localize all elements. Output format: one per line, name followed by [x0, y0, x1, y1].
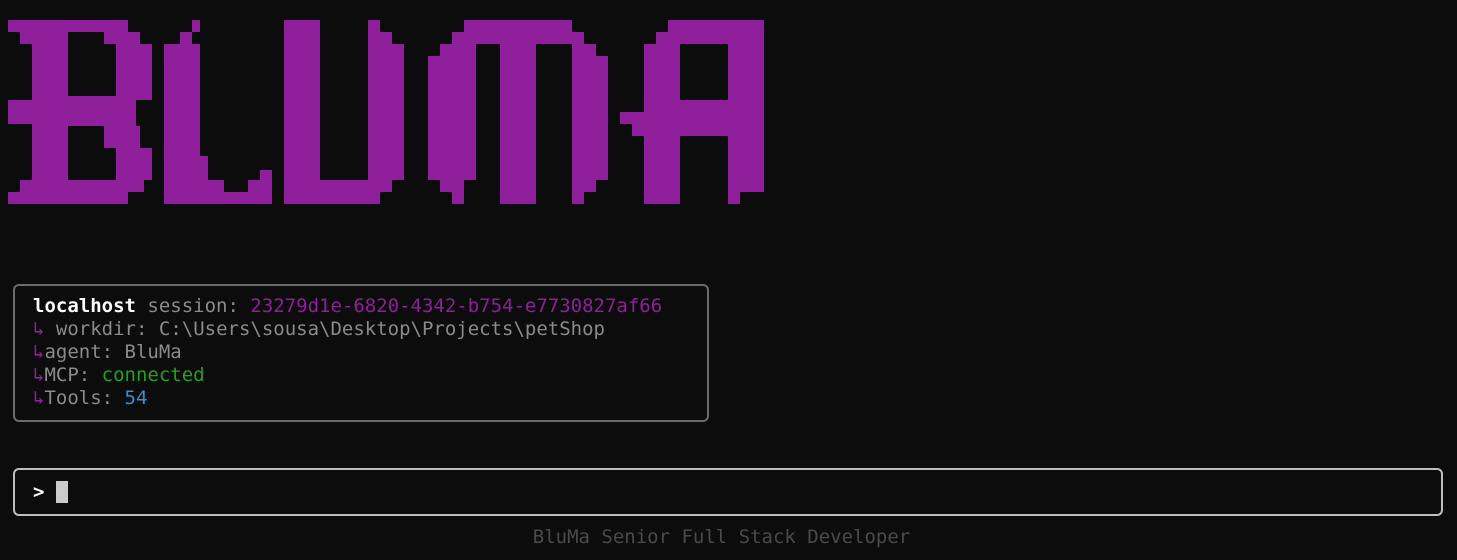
workdir-value[interactable]: C:\Users\sousa\Desktop\Projects\petShop — [159, 318, 605, 340]
mcp-status: connected — [101, 364, 205, 386]
footer-status: BluMa Senior Full Stack Developer — [532, 526, 911, 548]
session-line: localhost session: 23279d1e-6820-4342-b7… — [33, 295, 707, 318]
arrow-icon: ↳ — [33, 318, 45, 340]
session-label: session: — [147, 295, 239, 317]
bluma-logo-art — [8, 20, 764, 204]
host-name: localhost — [33, 295, 136, 317]
agent-line: ↳agent: BluMa — [33, 341, 707, 364]
prompt-symbol: > — [33, 481, 45, 503]
text-cursor — [56, 481, 69, 503]
arrow-icon: ↳ — [33, 364, 45, 386]
tools-count: 54 — [124, 387, 148, 409]
tools-label: Tools: — [44, 387, 114, 409]
agent-value: BluMa — [124, 341, 182, 363]
arrow-icon: ↳ — [33, 341, 45, 363]
bluma-logo — [0, 0, 800, 220]
session-info-panel: localhost session: 23279d1e-6820-4342-b7… — [13, 284, 709, 422]
mcp-line: ↳MCP: connected — [33, 364, 707, 387]
command-input[interactable]: > — [13, 468, 1443, 516]
mcp-label: MCP: — [44, 364, 91, 386]
tools-line: ↳Tools: 54 — [33, 387, 707, 410]
agent-label: agent: — [44, 341, 114, 363]
arrow-icon: ↳ — [33, 387, 45, 409]
workdir-line: ↳ workdir: C:\Users\sousa\Desktop\Projec… — [33, 318, 707, 341]
session-id[interactable]: 23279d1e-6820-4342-b754-e7730827af66 — [250, 295, 662, 317]
workdir-label: workdir: — [55, 318, 148, 340]
